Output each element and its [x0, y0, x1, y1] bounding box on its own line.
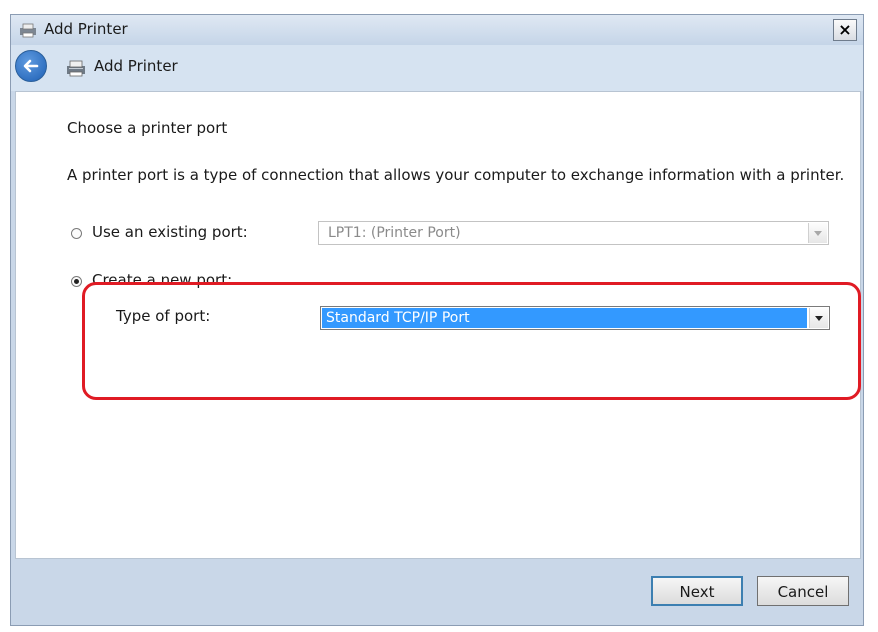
type-of-port-value: Standard TCP/IP Port: [322, 308, 807, 328]
chevron-down-icon[interactable]: [809, 308, 828, 328]
page-heading: Choose a printer port: [67, 119, 228, 137]
new-port-radio[interactable]: [71, 276, 82, 287]
close-button[interactable]: ×: [833, 19, 857, 41]
printer-icon: [67, 60, 85, 77]
type-of-port-label: Type of port:: [116, 307, 211, 325]
page-description: A printer port is a type of connection t…: [67, 166, 845, 184]
add-printer-window: Add Printer × Add Printer Choose a print…: [10, 14, 864, 626]
existing-port-dropdown: LPT1: (Printer Port): [318, 221, 829, 245]
next-button[interactable]: Next: [651, 576, 743, 606]
printer-icon: [20, 23, 36, 38]
back-button[interactable]: [15, 50, 47, 82]
existing-port-value: LPT1: (Printer Port): [328, 225, 461, 241]
existing-port-radio[interactable]: [71, 228, 82, 239]
title-bar: Add Printer ×: [11, 15, 863, 45]
type-of-port-dropdown[interactable]: Standard TCP/IP Port: [320, 306, 830, 330]
highlight-annotation: [82, 282, 861, 400]
wizard-content: Choose a printer port A printer port is …: [15, 91, 861, 559]
navigation-bar: Add Printer: [11, 45, 863, 91]
close-icon: ×: [838, 20, 852, 39]
cancel-button[interactable]: Cancel: [757, 576, 849, 606]
existing-port-label[interactable]: Use an existing port:: [92, 223, 248, 241]
back-arrow-icon: [23, 59, 39, 73]
chevron-down-icon: [808, 223, 827, 243]
window-title: Add Printer: [44, 20, 128, 38]
new-port-label[interactable]: Create a new port:: [92, 271, 232, 289]
wizard-title: Add Printer: [94, 57, 178, 75]
